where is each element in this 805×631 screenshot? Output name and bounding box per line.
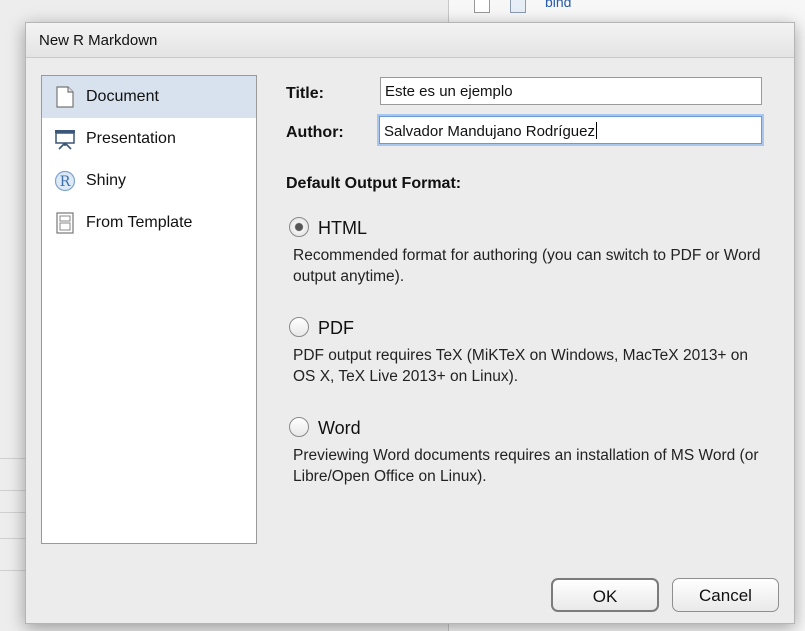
option-html-description: Recommended format for authoring (you ca…: [293, 247, 761, 285]
new-r-markdown-dialog: New R Markdown Document Presentation R S…: [25, 22, 795, 624]
title-label: Title:: [286, 85, 324, 102]
output-format-heading: Default Output Format:: [286, 175, 462, 192]
text-caret: [595, 122, 597, 139]
author-label: Author:: [286, 124, 344, 141]
sidebar-item-label: Shiny: [86, 172, 127, 189]
title-input-value: Este es un ejemplo: [385, 83, 513, 100]
option-word-description: Previewing Word documents requires an in…: [293, 447, 759, 485]
option-pdf-label[interactable]: PDF: [318, 318, 354, 339]
option-word-label[interactable]: Word: [318, 418, 361, 439]
author-input[interactable]: Salvador Mandujano Rodríguez: [379, 116, 762, 144]
shiny-r-icon: R: [54, 169, 76, 193]
radio-word[interactable]: [289, 417, 309, 437]
radio-html[interactable]: [289, 217, 309, 237]
sidebar-item-document[interactable]: Document: [42, 76, 256, 118]
sidebar-item-label: Presentation: [86, 130, 176, 147]
template-type-list: Document Presentation R Shiny From Templ…: [41, 75, 257, 544]
presentation-icon: [54, 127, 76, 151]
background-file-checkbox: [474, 0, 490, 13]
svg-text:R: R: [60, 174, 71, 190]
title-input[interactable]: Este es un ejemplo: [380, 77, 762, 105]
sidebar-item-label: Document: [86, 88, 159, 105]
sidebar-item-from-template[interactable]: From Template: [42, 202, 256, 244]
cancel-button[interactable]: Cancel: [672, 578, 779, 612]
dialog-title: New R Markdown: [39, 32, 158, 49]
option-pdf-description: PDF output requires TeX (MiKTeX on Windo…: [293, 347, 749, 385]
author-input-value: Salvador Mandujano Rodríguez: [384, 123, 595, 140]
sidebar-item-label: From Template: [86, 214, 193, 231]
dialog-titlebar: New R Markdown: [26, 23, 794, 58]
background-file-icon: [510, 0, 526, 13]
document-icon: [54, 85, 76, 109]
radio-pdf[interactable]: [289, 317, 309, 337]
ok-button[interactable]: OK: [551, 578, 659, 612]
sidebar-item-presentation[interactable]: Presentation: [42, 118, 256, 160]
template-icon: [54, 211, 76, 235]
option-html-label[interactable]: HTML: [318, 218, 367, 239]
background-file-name: bind: [545, 0, 572, 10]
sidebar-item-shiny[interactable]: R Shiny: [42, 160, 256, 202]
